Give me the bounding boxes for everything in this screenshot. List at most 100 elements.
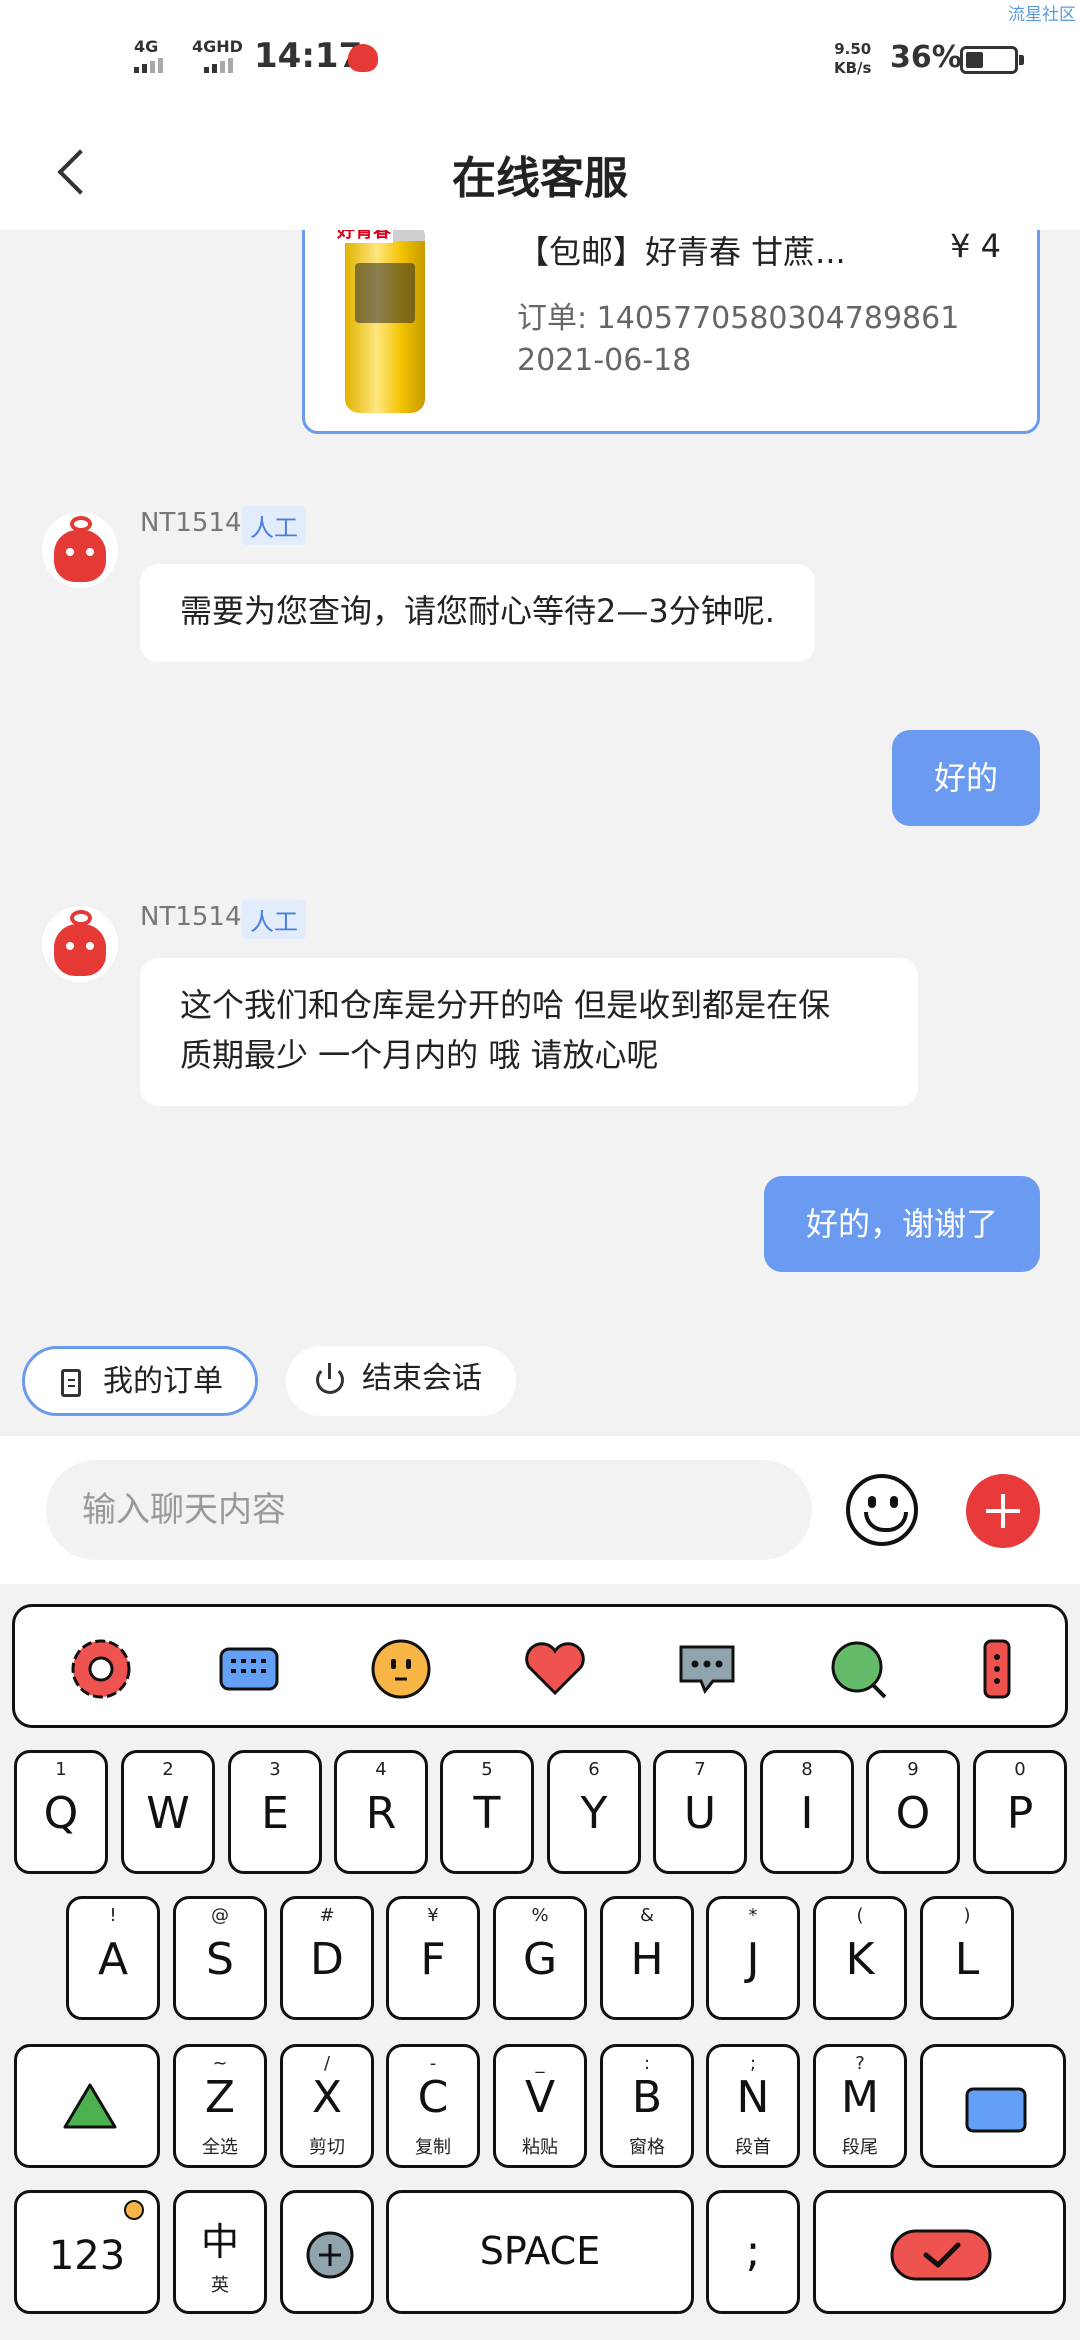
key-i[interactable]: 8I (760, 1750, 854, 1874)
network-label-2: 4GHD (192, 37, 243, 56)
key-f[interactable]: ¥ F (386, 1896, 480, 2020)
key-d[interactable]: # D (280, 1896, 374, 2020)
backspace-icon (965, 2087, 1027, 2133)
clock: 14:17 (254, 36, 363, 76)
more-icon[interactable] (963, 1635, 1031, 1703)
key-caption: 复制 (415, 2137, 451, 2158)
key-e[interactable]: 3E (228, 1750, 322, 1874)
key-o[interactable]: 9O (866, 1750, 960, 1874)
key-m[interactable]: ? M 段尾 (813, 2044, 907, 2168)
order-title: 【包邮】好青春 甘蔗... (517, 233, 846, 271)
key-c[interactable]: - C 复制 (386, 2044, 480, 2168)
key-sub: : (643, 2053, 651, 2074)
agent-tag: 人工 (242, 506, 306, 545)
key-w[interactable]: 2W (121, 1750, 215, 1874)
keyboard-toolbar (12, 1604, 1068, 1728)
emoji-face-icon[interactable] (367, 1635, 435, 1703)
key-sub: * (748, 1905, 758, 1926)
app-notification-icon (348, 44, 378, 72)
plus-icon[interactable] (966, 1474, 1040, 1548)
key-q[interactable]: 1Q (14, 1750, 108, 1874)
agent-tag: 人工 (242, 900, 306, 939)
message-line: 这个我们和仓库是分开的哈 但是收到都是在保 (180, 986, 831, 1024)
my-orders-button[interactable]: 我的订单 (22, 1346, 258, 1416)
power-icon (316, 1363, 344, 1394)
incoming-message: 需要为您查询，请您耐心等待2—3分钟呢. (140, 564, 815, 662)
key-k[interactable]: (K (813, 1896, 907, 2020)
key-b[interactable]: : B 窗格 (600, 2044, 694, 2168)
key-l[interactable]: ) L (920, 1896, 1014, 2020)
key-sub: # (319, 1905, 335, 1926)
key-y[interactable]: 6Y (547, 1750, 641, 1874)
key-caption: 段首 (735, 2137, 771, 2158)
key-caption: 剪切 (309, 2137, 345, 2158)
key-x[interactable]: / X 剪切 (280, 2044, 374, 2168)
key-sub: @ (211, 1905, 229, 1926)
key-label: V (524, 2072, 556, 2123)
shift-key[interactable] (14, 2044, 160, 2168)
numbers-key[interactable]: 123 (14, 2190, 160, 2314)
document-icon (61, 1369, 81, 1397)
key-p[interactable]: 0P (973, 1750, 1067, 1874)
heart-icon[interactable] (521, 1635, 589, 1703)
key-n[interactable]: ; N 段首 (706, 2044, 800, 2168)
key-h[interactable]: & H (600, 1896, 694, 2020)
key-label: D (310, 1934, 344, 1985)
key-label: F (420, 1934, 446, 1985)
key-sub: _ (535, 2053, 545, 2074)
agent-name: NT1514 (140, 508, 242, 538)
key-sub: 3 (269, 1759, 281, 1780)
key-u[interactable]: 7U (653, 1750, 747, 1874)
key-v[interactable]: _ V 粘贴 (493, 2044, 587, 2168)
search-icon[interactable] (825, 1635, 893, 1703)
add-key[interactable] (280, 2190, 374, 2314)
key-s[interactable]: @ S (173, 1896, 267, 2020)
key-label: U (683, 1788, 717, 1839)
key-label: P (1006, 1788, 1034, 1839)
network-speed-value: 9.50 (834, 40, 872, 58)
key-t[interactable]: 5T (440, 1750, 534, 1874)
order-card[interactable]: 好青春 【包邮】好青春 甘蔗... ¥ 4 订单: 14057705803047… (302, 230, 1040, 434)
backspace-key[interactable] (920, 2044, 1066, 2168)
key-sub: ; (749, 2053, 757, 2074)
key-label: X (311, 2072, 343, 2123)
emoji-icon[interactable] (846, 1474, 918, 1546)
space-key-label: SPACE (479, 2229, 601, 2273)
chat-area[interactable]: 好青春 【包邮】好青春 甘蔗... ¥ 4 订单: 14057705803047… (0, 230, 1080, 1436)
punctuation-key[interactable]: ; (706, 2190, 800, 2314)
key-caption: 窗格 (629, 2137, 665, 2158)
keyboard-icon[interactable] (215, 1635, 283, 1703)
add-circle-icon (306, 2231, 354, 2279)
key-r[interactable]: 4R (334, 1750, 428, 1874)
key-a[interactable]: ! A (66, 1896, 160, 2020)
key-sub: ? (855, 2053, 865, 2074)
language-key-label: 中 (200, 2220, 239, 2264)
smiley-badge-icon (124, 2200, 144, 2220)
battery-icon (960, 46, 1024, 74)
key-sub: 8 (801, 1759, 813, 1780)
my-orders-label: 我的订单 (103, 1364, 223, 1399)
language-key-sub: 英 (211, 2275, 229, 2296)
chat-input[interactable] (46, 1460, 812, 1560)
key-j[interactable]: * J (706, 1896, 800, 2020)
key-sub: ) (963, 1905, 971, 1926)
key-label: C (417, 2072, 449, 2123)
outgoing-message: 好的 (891, 730, 1040, 826)
chat-bubble-icon[interactable] (673, 1635, 741, 1703)
enter-key[interactable] (813, 2190, 1066, 2314)
key-label: E (261, 1788, 289, 1839)
space-key[interactable]: SPACE (386, 2190, 694, 2314)
key-sub: 9 (907, 1759, 919, 1780)
key-label: B (631, 2072, 663, 2123)
key-label: Q (43, 1788, 79, 1839)
keyboard: 1Q 2W 3E 4R 5T 6Y 7U 8I 9O 0P ! A @ S # D ¥… (0, 1584, 1080, 2340)
key-g[interactable]: % G (493, 1896, 587, 2020)
language-switch-key[interactable]: 中 英 (173, 2190, 267, 2314)
end-chat-button[interactable]: 结束会话 (286, 1346, 516, 1416)
numbers-key-label: 123 (48, 2233, 126, 2279)
key-z[interactable]: ~ Z 全选 (173, 2044, 267, 2168)
key-sub: ! (109, 1905, 117, 1926)
agent-avatar (42, 512, 118, 588)
settings-icon[interactable] (67, 1635, 135, 1703)
key-sub: 4 (375, 1759, 387, 1780)
